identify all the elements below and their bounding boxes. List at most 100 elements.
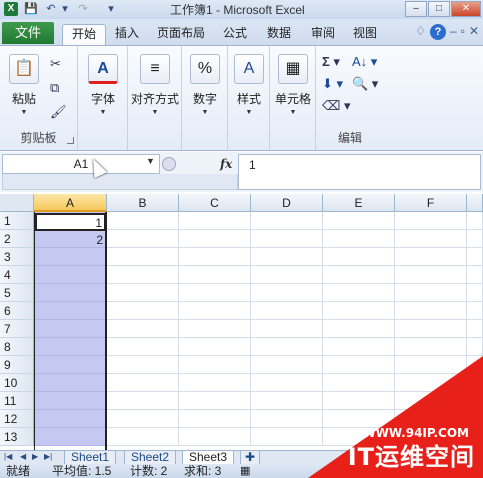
grid-cell[interactable] (179, 338, 251, 356)
column-header-b[interactable]: B (107, 194, 179, 212)
grid-cell[interactable] (467, 320, 483, 338)
paste-button[interactable]: 📋 粘贴 ▼ (6, 54, 42, 116)
grid-cell[interactable] (467, 212, 483, 230)
row-header-3[interactable]: 3 (0, 248, 34, 266)
grid-cell[interactable] (251, 248, 323, 266)
workbook-restore-icon[interactable]: ▫ (461, 24, 465, 40)
grid-cell[interactable] (179, 248, 251, 266)
grid-cell[interactable] (395, 212, 467, 230)
tab-formulas[interactable]: 公式 (216, 24, 254, 45)
column-header-e[interactable]: E (323, 194, 395, 212)
undo-dropdown-icon[interactable]: ▾ (60, 2, 70, 16)
row-header-9[interactable]: 9 (0, 356, 34, 374)
insert-sheet-icon[interactable]: ✚ (240, 451, 261, 465)
tab-review[interactable]: 审阅 (304, 24, 342, 45)
grid-cell[interactable] (251, 230, 323, 248)
grid-cell[interactable] (179, 392, 251, 410)
name-box[interactable]: A1 (2, 154, 160, 174)
grid-cell[interactable] (107, 410, 179, 428)
grid-cell[interactable] (251, 266, 323, 284)
grid-cell[interactable] (395, 338, 467, 356)
grid-cell[interactable] (179, 284, 251, 302)
autosum-icon[interactable]: Σ ▾ (322, 54, 340, 70)
undo-icon[interactable]: ↶ (44, 2, 58, 16)
clear-icon[interactable]: ⌫ ▾ (322, 98, 351, 114)
formula-input[interactable]: 1 (238, 154, 481, 190)
grid-cell[interactable] (467, 230, 483, 248)
grid-cell[interactable] (323, 320, 395, 338)
grid-cell[interactable] (179, 410, 251, 428)
grid-cell[interactable] (107, 356, 179, 374)
alignment-button[interactable]: ≡ 对齐方式 ▼ (128, 54, 182, 116)
minimize-ribbon-icon[interactable]: ♢ (415, 24, 426, 40)
grid-cell[interactable] (179, 356, 251, 374)
format-painter-icon[interactable]: 🖌 (50, 104, 67, 120)
grid-cell[interactable] (395, 248, 467, 266)
sheet-tab-sheet3[interactable]: Sheet3 (182, 451, 235, 465)
font-button[interactable]: A 字体 ▼ (86, 54, 120, 116)
grid-cell[interactable] (107, 212, 179, 230)
tab-home[interactable]: 开始 (62, 24, 106, 45)
sort-filter-icon[interactable]: A↓ ▾ (352, 54, 377, 70)
column-header-f[interactable]: F (395, 194, 467, 212)
insert-function-button[interactable]: fx (220, 154, 232, 174)
row-header-8[interactable]: 8 (0, 338, 34, 356)
grid-cell[interactable] (107, 338, 179, 356)
name-box-dropdown-icon[interactable]: ▼ (146, 156, 155, 166)
tab-insert[interactable]: 插入 (108, 24, 146, 45)
grid-cell[interactable] (251, 320, 323, 338)
grid-cell[interactable] (179, 302, 251, 320)
grid-cell[interactable] (251, 284, 323, 302)
save-icon[interactable]: 💾 (24, 2, 38, 16)
grid-cell[interactable] (323, 266, 395, 284)
grid-cell[interactable] (467, 266, 483, 284)
maximize-button[interactable]: □ (428, 1, 450, 17)
row-header-11[interactable]: 11 (0, 392, 34, 410)
tab-view[interactable]: 视图 (346, 24, 384, 45)
row-header-6[interactable]: 6 (0, 302, 34, 320)
grid-cell[interactable] (323, 338, 395, 356)
grid-cell[interactable] (467, 248, 483, 266)
fill-icon[interactable]: ⬇ ▾ (322, 76, 343, 92)
grid-cell[interactable] (107, 230, 179, 248)
grid-cell[interactable] (107, 284, 179, 302)
row-header-13[interactable]: 13 (0, 428, 34, 446)
clipboard-launcher-icon[interactable] (67, 137, 74, 144)
grid-cell[interactable] (467, 338, 483, 356)
grid-cell[interactable] (251, 302, 323, 320)
sheet-tab-sheet1[interactable]: Sheet1 (64, 451, 117, 465)
grid-cell[interactable] (107, 374, 179, 392)
grid-cell[interactable] (179, 428, 251, 446)
grid-cell[interactable] (395, 230, 467, 248)
copy-icon[interactable]: ⧉ (50, 80, 59, 96)
grid-cell[interactable] (107, 428, 179, 446)
prev-sheet-icon[interactable]: ◀ (20, 452, 26, 461)
grid-cell[interactable] (323, 284, 395, 302)
close-button[interactable]: ✕ (451, 1, 481, 17)
grid-cell[interactable] (323, 230, 395, 248)
grid-cell[interactable] (107, 248, 179, 266)
grid-cell[interactable] (323, 212, 395, 230)
row-header-5[interactable]: 5 (0, 284, 34, 302)
row-header-12[interactable]: 12 (0, 410, 34, 428)
grid-cell[interactable] (179, 374, 251, 392)
workbook-close-icon[interactable]: ✕ (469, 24, 479, 40)
workbook-minimize-icon[interactable]: – (450, 24, 457, 40)
grid-cell[interactable] (395, 266, 467, 284)
column-header-c[interactable]: C (179, 194, 251, 212)
last-sheet-icon[interactable]: ▶| (44, 452, 52, 461)
row-header-10[interactable]: 10 (0, 374, 34, 392)
row-header-4[interactable]: 4 (0, 266, 34, 284)
tab-data[interactable]: 数据 (260, 24, 298, 45)
column-header-g[interactable] (467, 194, 483, 212)
formula-bar-expand-icon[interactable] (162, 157, 176, 171)
row-header-2[interactable]: 2 (0, 230, 34, 248)
select-all-corner[interactable] (0, 194, 34, 212)
grid-cell[interactable] (251, 338, 323, 356)
grid-cell[interactable] (179, 320, 251, 338)
grid-cell[interactable] (179, 230, 251, 248)
grid-cell[interactable] (107, 320, 179, 338)
grid-cell[interactable] (179, 266, 251, 284)
minimize-button[interactable]: – (405, 1, 427, 17)
normal-view-icon[interactable]: ▦ (240, 464, 250, 478)
